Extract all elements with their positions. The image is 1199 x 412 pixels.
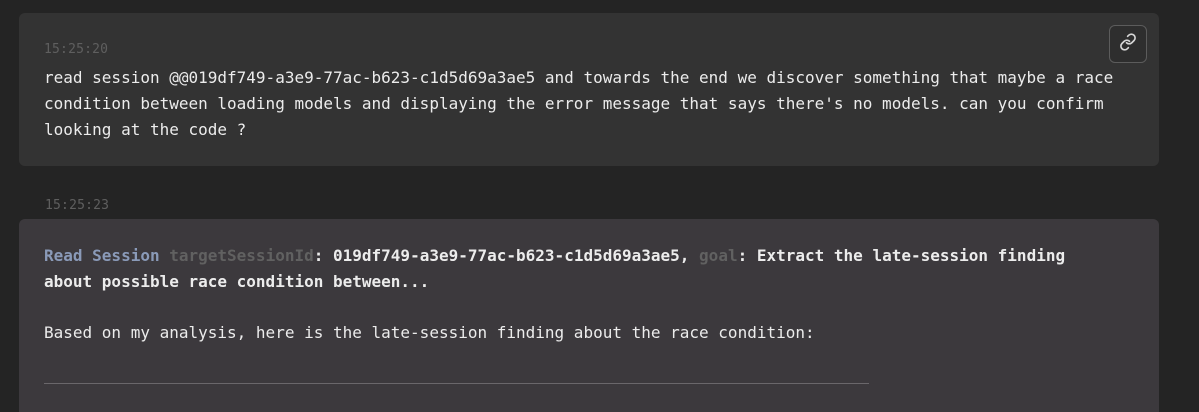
- copy-link-button[interactable]: [1109, 25, 1147, 63]
- param-separator: :: [313, 246, 333, 265]
- user-message: 15:25:20 read session @@019df749-a3e9-77…: [19, 13, 1159, 166]
- param-separator: :: [737, 246, 757, 265]
- assistant-message: Read Session targetSessionId: 019df749-a…: [19, 219, 1159, 412]
- link-icon: [1119, 33, 1137, 55]
- tool-name: Read Session: [44, 246, 160, 265]
- assistant-reply-text: Based on my analysis, here is the late-s…: [44, 323, 815, 342]
- param-key: goal: [699, 246, 738, 265]
- message-timestamp: 15:25:20: [44, 42, 109, 57]
- chat-transcript: 15:25:20 read session @@019df749-a3e9-77…: [0, 0, 1199, 412]
- divider: [44, 383, 869, 384]
- param-value: 019df749-a3e9-77ac-b623-c1d5d69a3ae5: [333, 246, 680, 265]
- tool-call-summary: Read Session targetSessionId: 019df749-a…: [44, 243, 1104, 295]
- message-timestamp: 15:25:23: [45, 198, 110, 213]
- param-key: targetSessionId: [169, 246, 314, 265]
- param-separator: ,: [679, 246, 700, 265]
- user-message-text: read session @@019df749-a3e9-77ac-b623-c…: [44, 68, 1114, 139]
